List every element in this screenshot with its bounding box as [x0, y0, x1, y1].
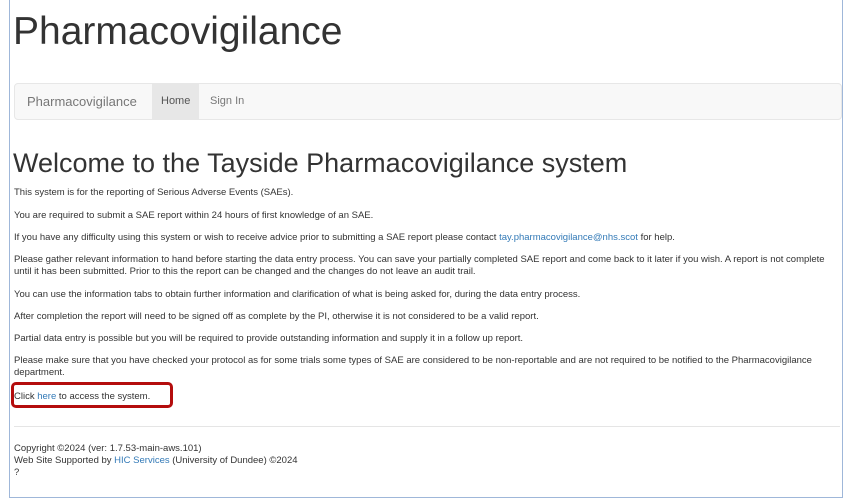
welcome-heading: Welcome to the Tayside Pharmacovigilance…: [13, 148, 628, 178]
sign-off-paragraph: After completion the report will need to…: [14, 311, 539, 322]
contact-text-before: If you have any difficulty using this sy…: [14, 232, 500, 243]
hic-services-link[interactable]: HIC Services: [114, 455, 169, 466]
contact-text-after: for help.: [637, 232, 675, 243]
nav-home-link[interactable]: Home: [152, 84, 200, 119]
contact-email-link[interactable]: tay.pharmacovigilance@nhs.scot: [499, 232, 638, 243]
footer-divider: [14, 426, 840, 427]
site-title: Pharmacovigilance: [13, 10, 343, 53]
supported-by-line: Web Site Supported by HIC Services (Univ…: [14, 455, 298, 467]
supported-text-before: Web Site Supported by: [14, 455, 115, 466]
info-tabs-paragraph: You can use the information tabs to obta…: [14, 289, 581, 300]
nav-sign-in-link[interactable]: Sign In: [201, 84, 253, 119]
navbar: Pharmacovigilance Home Sign In: [14, 83, 842, 120]
copyright-text: Copyright ©2024 (ver: 1.7.53-main-aws.10…: [14, 443, 202, 454]
footer: Copyright ©2024 (ver: 1.7.53-main-aws.10…: [14, 443, 298, 479]
partial-entry-paragraph: Partial data entry is possible but you w…: [14, 333, 524, 344]
protocol-paragraph: Please make sure that you have checked y…: [14, 355, 812, 378]
page-frame: Pharmacovigilance Pharmacovigilance Home…: [9, 0, 843, 498]
deadline-paragraph: You are required to submit a SAE report …: [14, 210, 374, 221]
contact-paragraph: If you have any difficulty using this sy…: [14, 232, 840, 244]
highlight-annotation-box: [11, 382, 173, 408]
navbar-brand[interactable]: Pharmacovigilance: [27, 84, 137, 119]
supported-text-after: (University of Dundee) ©2024: [169, 455, 298, 466]
gather-info-paragraph: Please gather relevant information to ha…: [14, 254, 825, 277]
footer-extra-text: ?: [14, 467, 20, 478]
intro-paragraph: This system is for the reporting of Seri…: [14, 187, 294, 198]
